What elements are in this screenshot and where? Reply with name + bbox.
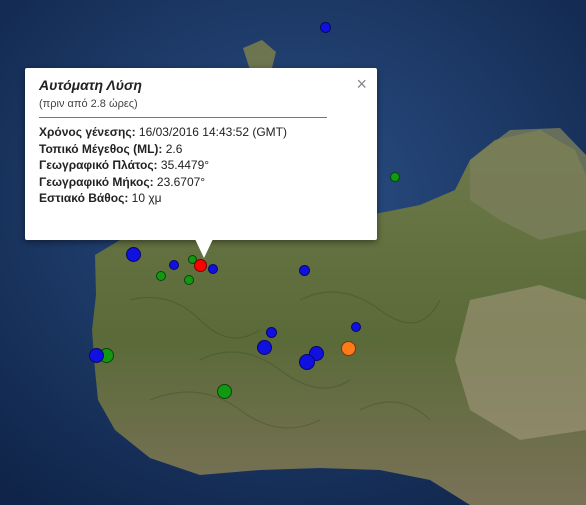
earthquake-info-popup: × Αυτόματη Λύση (πριν από 2.8 ώρες) Χρόν… [25, 68, 377, 240]
earthquake-marker-red-selected[interactable] [194, 259, 207, 272]
earthquake-marker-blue[interactable] [266, 327, 277, 338]
popup-subtitle: (πριν από 2.8 ώρες) [39, 98, 138, 110]
magnitude-row: Τοπικό Μέγεθος (ML): 2.6 [39, 141, 363, 158]
row-value: 10 χμ [128, 191, 162, 205]
earthquake-marker-green[interactable] [217, 384, 232, 399]
earthquake-marker-blue[interactable] [299, 265, 310, 276]
earthquake-marker-green[interactable] [390, 172, 400, 182]
earthquake-marker-blue[interactable] [320, 22, 331, 33]
earthquake-marker-blue[interactable] [126, 247, 141, 262]
popup-title: Αυτόματη Λύση [39, 77, 142, 93]
earthquake-marker-blue[interactable] [169, 260, 179, 270]
earthquake-marker-blue[interactable] [208, 264, 218, 274]
close-icon[interactable]: × [356, 75, 367, 93]
depth-row: Εστιακό Βάθος: 10 χμ [39, 190, 363, 207]
row-label: Χρόνος γένεσης: [39, 125, 136, 139]
row-value: 16/03/2016 14:43:52 (GMT) [135, 125, 288, 139]
earthquake-marker-orange[interactable] [341, 341, 356, 356]
earthquake-marker-blue[interactable] [257, 340, 272, 355]
latitude-row: Γεωγραφικό Πλάτος: 35.4479° [39, 157, 363, 174]
row-value: 35.4479° [157, 158, 210, 172]
row-label: Τοπικό Μέγεθος (ML): [39, 141, 163, 156]
earthquake-marker-blue[interactable] [351, 322, 361, 332]
longitude-row: Γεωγραφικό Μήκος: 23.6707° [39, 174, 363, 191]
earthquake-marker-blue[interactable] [89, 348, 104, 363]
row-label: Γεωγραφικό Μήκος: [39, 174, 154, 189]
origin-time-row: Χρόνος γένεσης: 16/03/2016 14:43:52 (GMT… [39, 124, 363, 141]
row-label: Εστιακό Βάθος: [39, 191, 129, 205]
earthquake-marker-blue[interactable] [299, 354, 315, 370]
earthquake-marker-green[interactable] [156, 271, 166, 281]
row-value: 23.6707° [153, 174, 206, 189]
row-value: 2.6 [162, 141, 183, 156]
row-label: Γεωγραφικό Πλάτος: [39, 158, 158, 172]
earthquake-marker-green[interactable] [184, 275, 194, 285]
divider [39, 117, 327, 118]
popup-pointer [195, 239, 213, 258]
